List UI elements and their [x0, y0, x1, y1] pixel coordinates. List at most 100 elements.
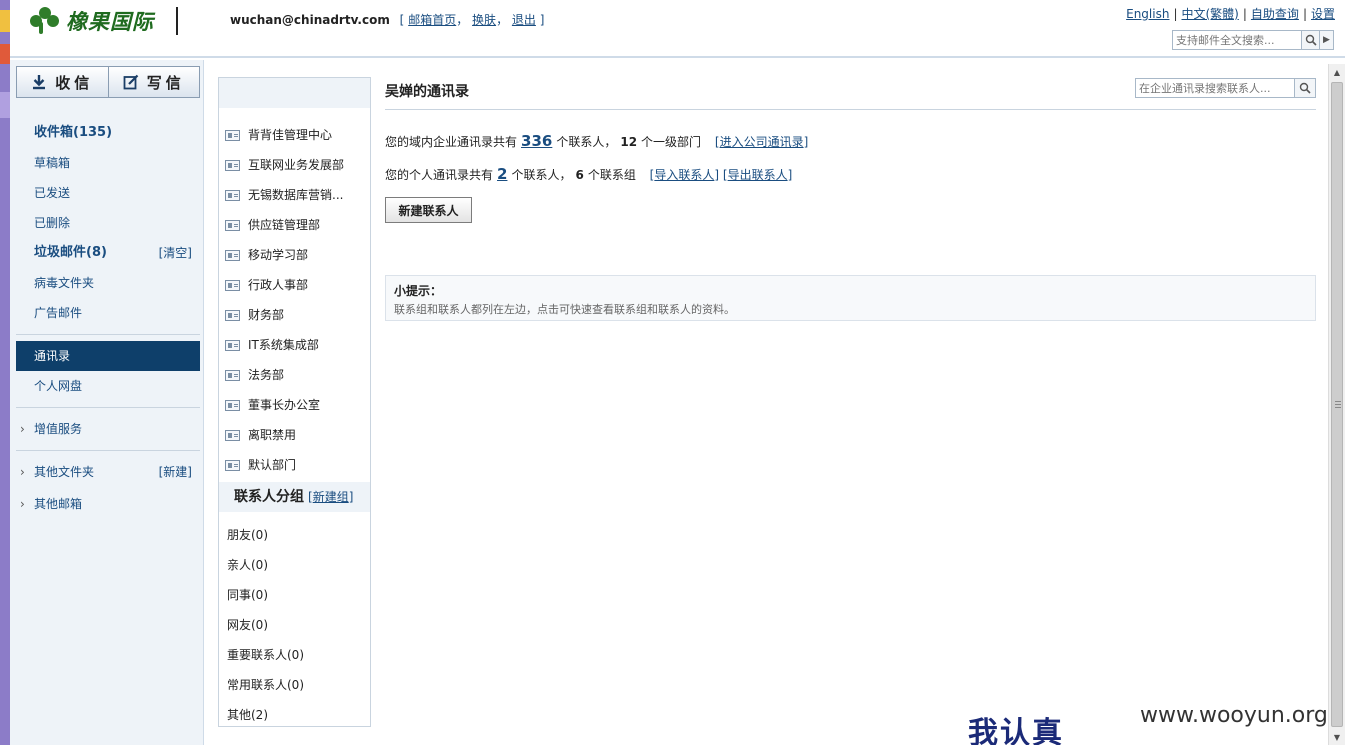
new-folder-link[interactable]: [新建] [159, 457, 192, 487]
department-count: 12 [620, 135, 638, 149]
left-edge-strip [0, 0, 10, 745]
department-item[interactable]: 董事长办公室 [219, 390, 370, 420]
contact-group-item[interactable]: 网友(0) [219, 610, 370, 640]
user-info: wuchan@chinadrtv.com [ 邮箱首页， 换肤， 退出 ] [230, 13, 545, 27]
new-group-link[interactable]: 新建组 [313, 490, 349, 504]
department-item[interactable]: 财务部 [219, 300, 370, 330]
department-item[interactable]: IT系统集成部 [219, 330, 370, 360]
nav-value-added[interactable]: › 增值服务 [16, 414, 200, 444]
mail-search-input[interactable] [1172, 30, 1302, 50]
department-item[interactable]: 互联网业务发展部 [219, 150, 370, 180]
folder-ads[interactable]: 广告邮件 [16, 298, 200, 328]
department-list: 背背佳管理中心 互联网业务发展部 无锡数据库营销... 供应链管理部 移动学习部… [219, 108, 370, 480]
write-label: 写信 [146, 73, 185, 92]
department-item[interactable]: 背背佳管理中心 [219, 120, 370, 150]
user-email: wuchan@chinadrtv.com [230, 13, 390, 27]
group-count: 6 [575, 168, 584, 182]
contact-card-icon [225, 219, 240, 231]
contact-group-item[interactable]: 重要联系人(0) [219, 640, 370, 670]
chevron-right-icon: › [20, 465, 25, 479]
compose-pencil-icon [123, 74, 139, 90]
vertical-scrollbar[interactable]: ▲ ▼ [1328, 64, 1345, 745]
contact-group-item[interactable]: 亲人(0) [219, 550, 370, 580]
nav-divider [16, 407, 200, 408]
contact-card-icon [225, 459, 240, 471]
contact-card-icon [225, 249, 240, 261]
top-header: 橡果国际 wuchan@chinadrtv.com [ 邮箱首页， 换肤， 退出… [10, 0, 1345, 58]
clover-logo-icon [30, 7, 60, 35]
scroll-up-arrow-icon[interactable]: ▲ [1329, 64, 1345, 80]
nav-netdisk[interactable]: 个人网盘 [16, 371, 200, 401]
enter-company-contacts-link[interactable]: 进入公司通讯录 [720, 135, 804, 149]
folder-drafts[interactable]: 草稿箱 [16, 148, 200, 178]
contact-card-icon [225, 159, 240, 171]
folder-deleted[interactable]: 已删除 [16, 208, 200, 238]
nav-other-mailboxes[interactable]: › 其他邮箱 [16, 489, 200, 519]
personal-contact-count[interactable]: 2 [497, 165, 507, 183]
search-icon[interactable] [1302, 30, 1320, 50]
edge-tab-red [0, 44, 10, 64]
nav-other-folders[interactable]: › 其他文件夹 [新建] [16, 457, 200, 487]
folder-inbox[interactable]: 收件箱(135) [16, 118, 200, 148]
nav-value-added-label: 增值服务 [34, 422, 83, 436]
department-item[interactable]: 默认部门 [219, 450, 370, 480]
logo[interactable]: 橡果国际 [30, 6, 154, 36]
folder-virus[interactable]: 病毒文件夹 [16, 268, 200, 298]
contact-group-item[interactable]: 其他(2) [219, 700, 370, 730]
title-divider [385, 109, 1316, 110]
folder-spam[interactable]: 垃圾邮件(8) [清空] [16, 238, 200, 268]
logo-text: 橡果国际 [66, 9, 154, 34]
department-item[interactable]: 供应链管理部 [219, 210, 370, 240]
new-contact-button[interactable]: 新建联系人 [385, 197, 472, 223]
personal-summary: 您的个人通讯录共有 2 个联系人， 6 个联系组 [导入联系人] [导出联系人] [385, 165, 793, 183]
settings-link[interactable]: 设置 [1311, 7, 1335, 21]
contact-search-input[interactable] [1135, 78, 1295, 98]
search-icon[interactable] [1295, 78, 1316, 98]
scrollbar-thumb[interactable] [1331, 82, 1343, 727]
department-item[interactable]: 离职禁用 [219, 420, 370, 450]
receive-button[interactable]: 收信 [17, 67, 108, 97]
department-item[interactable]: 行政人事部 [219, 270, 370, 300]
compose-bar: 收信 写信 [16, 66, 200, 98]
export-contacts-link[interactable]: 导出联系人 [728, 168, 788, 182]
tip-title: 小提示： [394, 284, 443, 298]
department-item[interactable]: 移动学习部 [219, 240, 370, 270]
tip-body: 联系组和联系人都列在左边，点击可快速查看联系组和联系人的资料。 [394, 303, 735, 316]
contact-group-item[interactable]: 朋友(0) [219, 520, 370, 550]
english-link[interactable]: English [1126, 7, 1169, 21]
enterprise-summary: 您的域内企业通讯录共有 336 个联系人， 12 个一级部门 [进入公司通讯录] [385, 132, 809, 150]
mail-home-link[interactable]: 邮箱首页 [408, 13, 456, 27]
scroll-down-arrow-icon[interactable]: ▼ [1329, 729, 1345, 745]
enterprise-contact-count[interactable]: 336 [521, 132, 552, 150]
department-item[interactable]: 无锡数据库营销... [219, 180, 370, 210]
traditional-chinese-link[interactable]: 中文(繁體) [1182, 7, 1239, 21]
top-links: English | 中文(繁體) | 自助查询 | 设置 [1126, 7, 1335, 21]
contact-groups-header: 联系人分组 [新建组] [219, 482, 370, 512]
contact-card-icon [225, 309, 240, 321]
search-options-arrow-icon[interactable]: ▶ [1320, 30, 1334, 50]
panel-header [219, 78, 370, 108]
tip-box: 小提示： 联系组和联系人都列在左边，点击可快速查看联系组和联系人的资料。 [385, 275, 1316, 321]
folder-spam-label: 垃圾邮件(8) [34, 245, 107, 260]
contact-group-item[interactable]: 同事(0) [219, 580, 370, 610]
scrollbar-grip-icon [1335, 401, 1341, 408]
nav-other-mailboxes-label: 其他邮箱 [34, 497, 83, 511]
nav-contacts[interactable]: 通讯录 [16, 341, 200, 371]
nav-other-folders-label: 其他文件夹 [34, 465, 95, 479]
self-service-link[interactable]: 自助查询 [1251, 7, 1299, 21]
contact-card-icon [225, 339, 240, 351]
change-skin-link[interactable]: 换肤 [472, 13, 496, 27]
clear-spam-link[interactable]: [清空] [159, 238, 192, 268]
download-icon [31, 74, 47, 90]
contact-search [1135, 78, 1316, 98]
contact-card-icon [225, 399, 240, 411]
import-contacts-link[interactable]: 导入联系人 [654, 168, 714, 182]
logout-link[interactable]: 退出 [512, 13, 536, 27]
folder-sent[interactable]: 已发送 [16, 178, 200, 208]
department-item[interactable]: 法务部 [219, 360, 370, 390]
contact-group-item[interactable]: 常用联系人(0) [219, 670, 370, 700]
receive-label: 收信 [55, 73, 94, 92]
nav-divider [16, 450, 200, 451]
write-button[interactable]: 写信 [107, 67, 200, 97]
contact-group-list: 朋友(0) 亲人(0) 同事(0) 网友(0) 重要联系人(0) 常用联系人(0… [219, 512, 370, 730]
